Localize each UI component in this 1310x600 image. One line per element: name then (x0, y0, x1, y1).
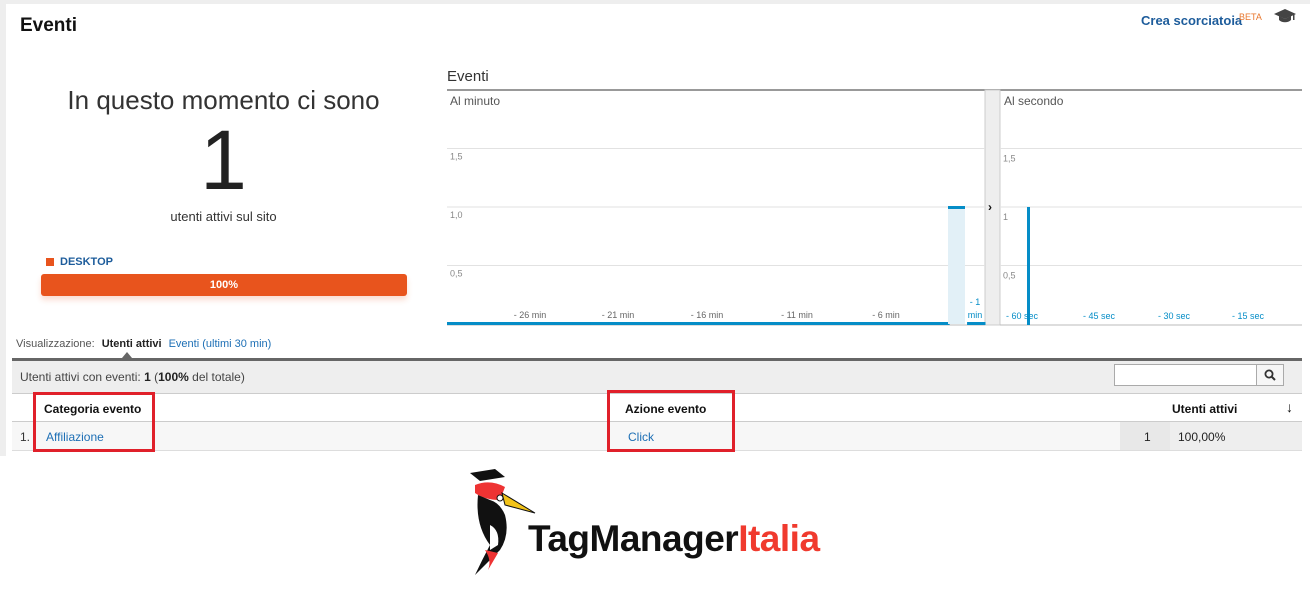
y-tick-label: 1 (1003, 212, 1008, 222)
row-index: 1. (20, 430, 31, 444)
y-tick-label: 0,5 (450, 269, 463, 279)
minute-bar (823, 322, 843, 325)
minute-bar (895, 322, 914, 325)
minute-bar (500, 322, 520, 325)
logo-text-black: TagManager (528, 518, 739, 559)
minute-bar (464, 322, 484, 325)
x-tick-label: - 6 min (872, 310, 900, 320)
minute-bar (554, 322, 574, 325)
y-tick-label: 0,5 (1003, 271, 1016, 281)
x-tick-label: - 11 min (781, 310, 813, 320)
row-users: 1 (1144, 430, 1151, 444)
view-label: Visualizzazione: (16, 338, 95, 350)
x-tick-label: - 30 sec (1158, 311, 1191, 321)
y-tick-label: 1,5 (450, 152, 463, 162)
minute-bar (967, 322, 986, 325)
x-tick-label: - 45 sec (1083, 311, 1116, 321)
table-search-input[interactable] (1114, 364, 1284, 386)
view-events-30min[interactable]: Eventi (ultimi 30 min) (169, 338, 272, 350)
minute-bar (608, 322, 627, 325)
expand-chevron-icon: › (988, 200, 992, 214)
minute-bar (626, 322, 645, 325)
minute-bar (572, 322, 591, 325)
search-button[interactable] (1256, 365, 1283, 385)
view-switcher: Visualizzazione: Utenti attivi Eventi (u… (16, 338, 271, 350)
x-tick-label: - 16 min (691, 310, 724, 320)
sort-desc-icon[interactable]: ↓ (1286, 399, 1293, 415)
table-summary: Utenti attivi con eventi: 1 (100% del to… (12, 358, 1302, 394)
minute-bar (859, 322, 878, 325)
search-icon (1264, 369, 1276, 381)
minute-chart-subtitle: Al minuto (450, 94, 500, 108)
minute-bar (805, 322, 825, 325)
minute-bar (948, 206, 965, 209)
minute-bar (877, 322, 896, 325)
y-tick-label: 1,5 (1003, 154, 1016, 164)
second-bar (1027, 207, 1030, 325)
minute-bar (482, 322, 502, 325)
x-tick-label: - 1 min (968, 297, 983, 320)
summary-count: 1 (144, 370, 151, 384)
second-chart-subtitle: Al secondo (1004, 94, 1064, 108)
minute-bar (913, 322, 932, 325)
minute-bar (662, 322, 681, 325)
minute-bar (769, 322, 789, 325)
logo-text: TagManagerItalia (528, 518, 820, 560)
minute-bar (447, 322, 466, 325)
minute-bar (716, 322, 735, 325)
x-tick-label: - 26 min (514, 310, 547, 320)
x-tick-label: - 21 min (602, 310, 635, 320)
logo-text-red: Italia (738, 518, 820, 559)
minute-bar (787, 322, 807, 325)
col-active-users[interactable]: Utenti attivi (1172, 402, 1237, 416)
minute-bar (931, 322, 950, 325)
x-tick-label: - 60 sec (1006, 311, 1039, 321)
y-tick-label: 1,0 (450, 210, 463, 220)
events-chart: › Al minuto Al secondo 0,5 1,0 1,5 0,5 1 1,5 - 26… (447, 89, 1302, 326)
view-active-users[interactable]: Utenti attivi (102, 338, 162, 350)
minute-bar (751, 322, 771, 325)
summary-percent: 100% (158, 370, 189, 384)
minute-bar (536, 322, 556, 325)
minute-bar (733, 322, 753, 325)
minute-bar (590, 322, 609, 325)
summary-suffix: del totale) (192, 370, 245, 384)
minute-bar (698, 322, 717, 325)
minute-bar (680, 322, 699, 325)
highlight-action (607, 390, 735, 452)
minute-bar (841, 322, 860, 325)
highlight-category (33, 392, 155, 452)
minute-bar (644, 322, 663, 325)
minute-bar-highlight (948, 207, 965, 324)
summary-prefix: Utenti attivi con eventi: (20, 370, 141, 384)
x-tick-label: - 15 sec (1232, 311, 1265, 321)
row-percent: 100,00% (1178, 430, 1226, 444)
minute-bar (518, 322, 538, 325)
